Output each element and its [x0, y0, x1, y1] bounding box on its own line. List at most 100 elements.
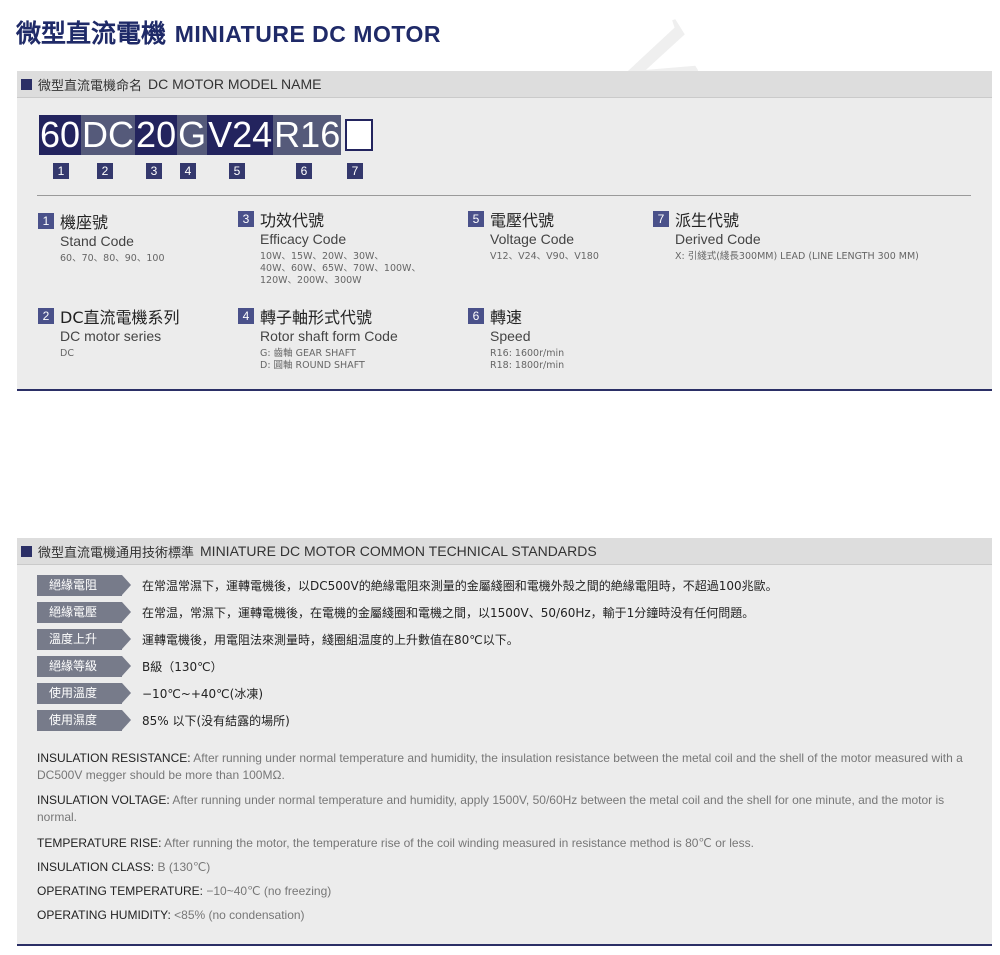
item-title-cn: 轉速	[490, 308, 523, 327]
standard-label: 溫度上升	[37, 629, 131, 650]
model-name-panel: 微型直流電機命名 DC MOTOR MODEL NAME 60 DC 20 G …	[17, 71, 992, 391]
model-segment-speed: R16	[273, 114, 342, 155]
item-title-cn: 轉子軸形式代號	[260, 308, 373, 327]
standards-title-en: MINIATURE DC MOTOR COMMON TECHNICAL STAN…	[200, 543, 597, 559]
item-title-en: Rotor shaft form Code	[260, 328, 398, 344]
item-value: R16: 1600r/min	[490, 348, 565, 359]
code-item-speed: 6 轉速 Speed R16: 1600r/min R18: 1800r/min	[468, 306, 564, 372]
model-segment-stand: 60	[39, 114, 82, 155]
model-segment-voltage: V24	[207, 114, 274, 155]
code-item-derived: 7 派生代號 Derived Code X: 引綫式(綫長300MM) LEAD …	[653, 209, 919, 263]
item-title-en: Speed	[490, 328, 531, 344]
model-index: 5	[229, 163, 245, 179]
standard-text: 85% 以下(没有結露的場所)	[142, 714, 290, 728]
code-item-shaft: 4 轉子軸形式代號 Rotor shaft form Code G: 齒軸 GEA…	[238, 306, 398, 372]
model-index: 3	[146, 163, 162, 179]
english-standard-text: After running the motor, the temperature…	[161, 836, 754, 850]
standard-text: B級（130℃）	[142, 660, 223, 674]
english-standard: INSULATION RESISTANCE: After running und…	[37, 750, 972, 784]
item-number: 1	[38, 213, 54, 229]
item-number: 2	[38, 308, 54, 324]
item-value: R18: 1800r/min	[490, 360, 565, 371]
code-item-efficacy: 3 功效代號 Efficacy Code 10W、15W、20W、30W、 40W…	[238, 209, 421, 287]
item-number: 4	[238, 308, 254, 324]
standard-row: 絕緣電阻 在常温常濕下，運轉電機後，以DC500V的絶緣電阻來測量的金屬綫圈和電…	[37, 575, 778, 596]
model-segment-derived-box	[345, 119, 374, 151]
page-title: 微型直流電機 MINIATURE DC MOTOR	[16, 14, 441, 50]
standards-header: 微型直流電機通用技術標準 MINIATURE DC MOTOR COMMON T…	[17, 538, 992, 565]
english-standard: TEMPERATURE RISE: After running the moto…	[37, 835, 972, 852]
model-segment-shaft: G	[177, 114, 208, 155]
english-standard: OPERATING TEMPERATURE: −10~40℃ (no freez…	[37, 883, 972, 900]
standard-row: 使用溫度 −10℃~+40℃(冰凍)	[37, 683, 263, 704]
english-standard-text: −10~40℃ (no freezing)	[203, 884, 332, 898]
item-value: D: 圓軸 ROUND SHAFT	[260, 360, 365, 371]
model-name-header: 微型直流電機命名 DC MOTOR MODEL NAME	[17, 71, 992, 98]
standard-text: −10℃~+40℃(冰凍)	[142, 687, 264, 701]
model-index: 1	[53, 163, 69, 179]
model-index: 7	[347, 163, 363, 179]
item-title-en: Derived Code	[675, 231, 761, 247]
code-item-voltage: 5 電壓代號 Voltage Code V12、V24、V90、V180	[468, 209, 599, 263]
standard-label: 使用溫度	[37, 683, 131, 704]
english-standard-label: INSULATION VOLTAGE:	[37, 793, 170, 807]
model-segment-series: DC	[81, 114, 136, 155]
item-value: G: 齒軸 GEAR SHAFT	[260, 348, 356, 359]
square-bullet-icon	[21, 545, 32, 557]
model-code: 60 DC 20 G V24 R16	[39, 114, 374, 155]
model-name-title-en: DC MOTOR MODEL NAME	[148, 76, 322, 92]
standard-text: 在常温常濕下，運轉電機後，以DC500V的絶緣電阻來測量的金屬綫圈和電機外殻之間…	[142, 579, 778, 593]
standard-label: 使用濕度	[37, 710, 131, 731]
standard-label: 絕緣等級	[37, 656, 131, 677]
english-standard-label: INSULATION RESISTANCE:	[37, 751, 191, 765]
item-value: 10W、15W、20W、30W、	[260, 251, 384, 262]
divider	[37, 195, 971, 196]
model-index: 6	[296, 163, 312, 179]
model-index: 4	[180, 163, 196, 179]
model-index: 2	[97, 163, 113, 179]
item-value: 60、70、80、90、100	[60, 253, 165, 264]
item-title-cn: 機座號	[60, 213, 109, 232]
english-standard: INSULATION CLASS: B (130℃)	[37, 859, 972, 876]
square-bullet-icon	[21, 78, 32, 90]
english-standard: INSULATION VOLTAGE: After running under …	[37, 792, 972, 826]
item-title-en: Efficacy Code	[260, 231, 347, 247]
item-value: DC	[60, 348, 74, 359]
item-title-en: DC motor series	[60, 328, 162, 344]
page-title-en: MINIATURE DC MOTOR	[174, 21, 441, 47]
item-value: V12、V24、V90、V180	[490, 251, 599, 262]
item-number: 6	[468, 308, 484, 324]
standard-text: 運轉電機後，用電阻法來測量時，綫圈組温度的上升數值在80℃以下。	[142, 633, 519, 647]
english-standard-label: OPERATING TEMPERATURE:	[37, 884, 204, 898]
item-title-cn: 電壓代號	[490, 211, 555, 230]
english-standard-text: B (130℃)	[154, 860, 211, 874]
english-standard-label: OPERATING HUMIDITY:	[37, 908, 171, 922]
item-number: 5	[468, 211, 484, 227]
model-name-title-cn: 微型直流電機命名	[38, 78, 143, 94]
standard-row: 溫度上升 運轉電機後，用電阻法來測量時，綫圈組温度的上升數值在80℃以下。	[37, 629, 519, 650]
code-item-series: 2 DC直流電機系列 DC motor series DC	[38, 306, 180, 360]
standard-row: 絕緣電壓 在常温，常濕下，運轉電機後，在電機的金屬綫圈和電機之間，以1500V、…	[37, 602, 754, 623]
item-value: 120W、200W、300W	[260, 275, 362, 286]
english-standard-text: After running under normal temperature a…	[37, 793, 945, 824]
item-title-en: Stand Code	[60, 233, 134, 249]
item-value: 40W、60W、65W、70W、100W、	[260, 263, 421, 274]
code-item-stand: 1 機座號 Stand Code 60、70、80、90、100	[38, 211, 165, 265]
english-standard: OPERATING HUMIDITY: <85% (no condensatio…	[37, 907, 972, 924]
standard-label: 絕緣電壓	[37, 602, 131, 623]
page-title-cn: 微型直流電機	[16, 19, 167, 48]
standard-row: 絕緣等級 B級（130℃）	[37, 656, 223, 677]
english-standard-text: <85% (no condensation)	[170, 908, 305, 922]
standard-label: 絕緣電阻	[37, 575, 131, 596]
technical-standards-panel: 微型直流電機通用技術標準 MINIATURE DC MOTOR COMMON T…	[17, 538, 992, 946]
standard-text: 在常温，常濕下，運轉電機後，在電機的金屬綫圈和電機之間，以1500V、50/60…	[142, 606, 755, 620]
item-number: 7	[653, 211, 669, 227]
item-title-cn: DC直流電機系列	[60, 308, 180, 327]
item-value: X: 引綫式(綫長300MM) LEAD (LINE LENGTH 300 MM…	[675, 251, 919, 262]
item-title-en: Voltage Code	[490, 231, 575, 247]
item-number: 3	[238, 211, 254, 227]
item-title-cn: 功效代號	[260, 211, 325, 230]
english-standard-label: INSULATION CLASS:	[37, 860, 155, 874]
standards-title-cn: 微型直流電機通用技術標準	[38, 545, 195, 561]
model-segment-efficacy: 20	[135, 114, 178, 155]
